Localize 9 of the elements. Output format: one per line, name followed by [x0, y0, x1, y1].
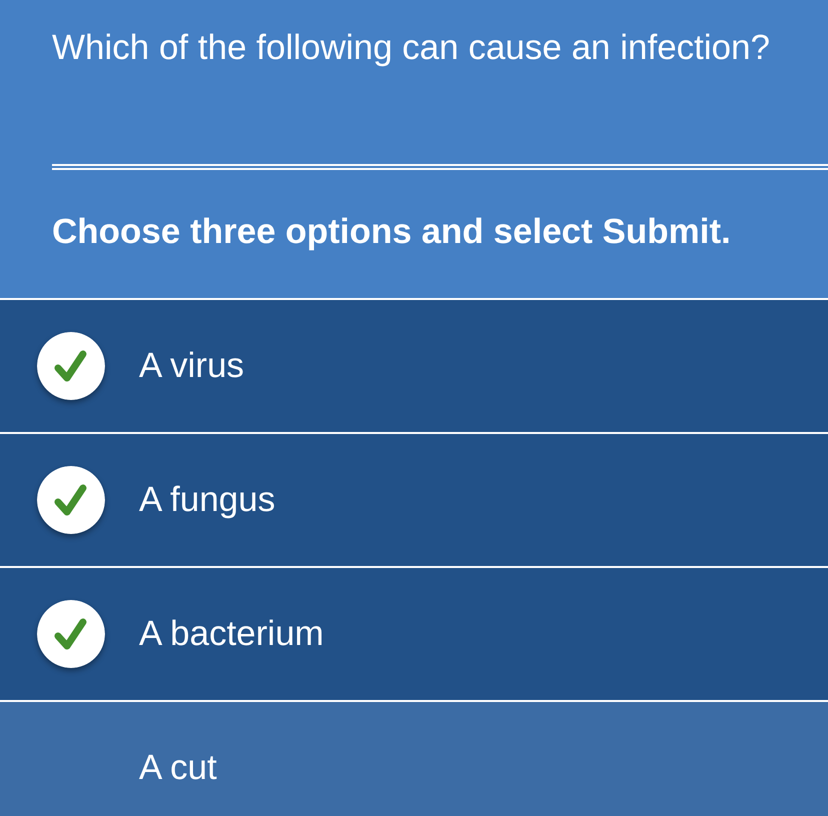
question-text: Which of the following can cause an infection?: [52, 28, 771, 68]
answer-option[interactable]: A fungus: [0, 434, 828, 566]
check-icon: [37, 466, 105, 534]
check-icon: [37, 600, 105, 668]
instruction-text: Choose three options and select Submit.: [52, 212, 732, 252]
answer-option[interactable]: A bacterium: [0, 568, 828, 700]
answer-option[interactable]: A cut: [0, 702, 828, 816]
answer-option[interactable]: A virus: [0, 300, 828, 432]
check-icon: [37, 332, 105, 400]
